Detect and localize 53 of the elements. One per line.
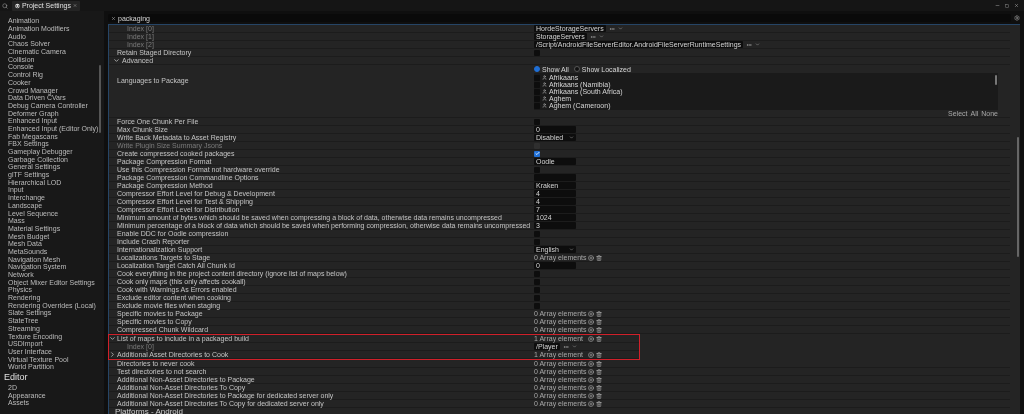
- scrollbar-thumb[interactable]: [1017, 137, 1019, 257]
- add-icon[interactable]: [588, 400, 594, 407]
- clear-icon[interactable]: [111, 15, 116, 21]
- trash-icon[interactable]: [596, 384, 602, 391]
- maximize-icon[interactable]: [1005, 3, 1009, 8]
- trash-icon[interactable]: [596, 400, 602, 407]
- add-icon[interactable]: [588, 376, 594, 383]
- add-icon[interactable]: [588, 384, 594, 391]
- trash-icon[interactable]: [596, 376, 602, 383]
- add-icon[interactable]: [588, 326, 594, 333]
- person-icon: [542, 103, 547, 108]
- scrollbar-thumb[interactable]: [99, 65, 101, 133]
- ellipsis-icon[interactable]: [562, 343, 569, 350]
- logo-icon: [15, 2, 20, 9]
- trash-icon[interactable]: [596, 335, 602, 342]
- trash-icon[interactable]: [596, 368, 602, 375]
- ellipsis-icon[interactable]: [608, 25, 615, 32]
- trash-icon[interactable]: [596, 254, 602, 261]
- person-icon: [542, 75, 547, 80]
- radio-button[interactable]: [573, 66, 580, 72]
- add-icon[interactable]: [588, 310, 594, 317]
- add-icon[interactable]: [588, 392, 594, 399]
- close-icon[interactable]: [72, 3, 77, 8]
- ellipsis-icon[interactable]: [746, 41, 753, 48]
- scrollbar-thumb[interactable]: [995, 75, 997, 85]
- section-heading: Platforms - Android: [114, 408, 185, 414]
- checkbox[interactable]: [534, 150, 540, 157]
- person-icon: [542, 89, 547, 94]
- add-icon[interactable]: [588, 351, 594, 358]
- person-icon: [542, 96, 547, 101]
- settings-icon[interactable]: [1014, 15, 1020, 21]
- check-icon: [534, 151, 540, 156]
- add-icon[interactable]: [588, 368, 594, 375]
- trash-icon[interactable]: [596, 326, 602, 333]
- trash-icon[interactable]: [596, 310, 602, 317]
- add-icon[interactable]: [588, 318, 594, 325]
- add-icon[interactable]: [588, 360, 594, 367]
- add-icon[interactable]: [588, 335, 594, 342]
- trash-icon[interactable]: [596, 360, 602, 367]
- ellipsis-icon[interactable]: [589, 33, 596, 40]
- search-icon[interactable]: [2, 2, 8, 9]
- chevron-icon[interactable]: [113, 57, 120, 64]
- minimize-icon[interactable]: [995, 3, 1000, 8]
- add-icon[interactable]: [588, 254, 594, 261]
- close-icon[interactable]: [1014, 3, 1019, 8]
- chevron-icon: [569, 247, 574, 252]
- person-icon: [542, 82, 547, 87]
- trash-icon[interactable]: [596, 318, 602, 325]
- section-heading: Editor: [4, 372, 29, 384]
- trash-icon[interactable]: [596, 392, 602, 399]
- trash-icon[interactable]: [596, 351, 602, 358]
- radio-button[interactable]: [534, 66, 540, 72]
- chevron-icon: [569, 135, 574, 140]
